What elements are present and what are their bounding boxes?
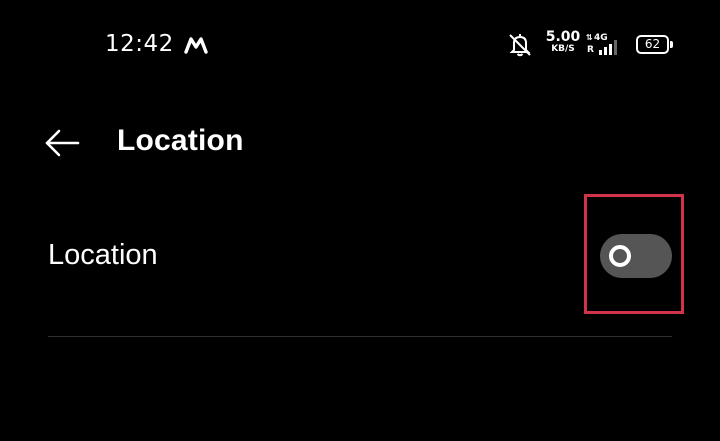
status-bar: 12:42 5.00 KB/S ⇅ 4G R 62: [0, 0, 720, 90]
roaming-indicator: R: [587, 45, 594, 55]
battery-tip: [670, 41, 673, 48]
signal-bars-icon: [599, 40, 617, 55]
back-button[interactable]: [40, 123, 84, 163]
page-title: Location: [117, 124, 244, 157]
m-logo-icon: [184, 37, 208, 54]
network-indicator: ⇅ 4G R: [586, 33, 626, 57]
data-arrows-icon: ⇅: [586, 33, 593, 42]
arrow-left-icon: [45, 129, 80, 157]
bell-off-icon: [509, 34, 531, 57]
battery-icon: 62: [636, 35, 669, 54]
location-toggle[interactable]: [600, 234, 672, 278]
location-setting-row[interactable]: Location: [0, 194, 720, 315]
toggle-knob: [609, 245, 631, 267]
speed-unit: KB/S: [551, 44, 575, 54]
speed-value: 5.00: [545, 29, 581, 45]
status-time: 12:42: [105, 31, 174, 57]
network-speed: 5.00 KB/S: [543, 30, 583, 54]
location-setting-label: Location: [48, 239, 158, 271]
page-header: Location: [0, 105, 720, 180]
divider: [48, 336, 672, 337]
